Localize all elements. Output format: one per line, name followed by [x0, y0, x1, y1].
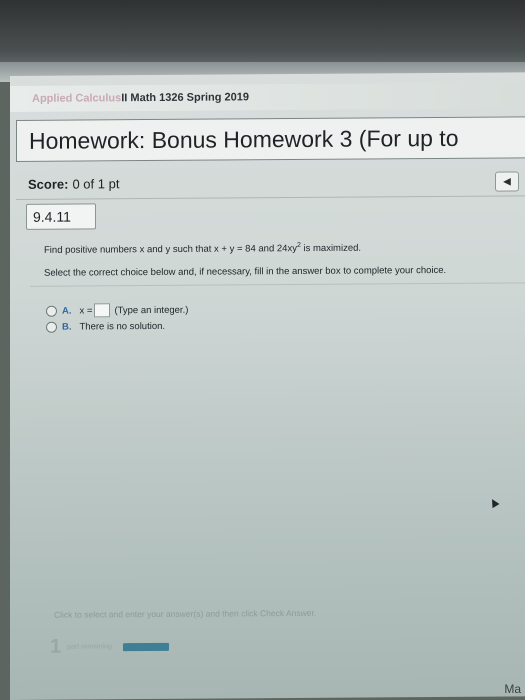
score-row: Score: 0 of 1 pt ◀: [16, 166, 525, 200]
choice-a[interactable]: A. x = (Type an integer.): [46, 303, 188, 318]
choice-b-text: There is no solution.: [79, 320, 166, 333]
course-title-faded: Applied Calculus: [32, 92, 122, 105]
choice-a-prefix: x =: [79, 304, 93, 317]
parts-remaining: 1 part remaining: [50, 635, 170, 659]
progress-bar: [123, 642, 170, 651]
choice-b[interactable]: B. There is no solution.: [46, 321, 165, 333]
parts-label: part remaining: [67, 643, 112, 651]
course-title: II Math 1326 Spring 2019: [121, 91, 250, 105]
corner-text: Ma: [504, 682, 521, 696]
question-text-main: Find positive numbers x and y such that …: [44, 243, 297, 256]
parts-count: 1: [50, 635, 62, 658]
help-text: Click to select and enter your answer(s)…: [54, 607, 317, 620]
question-instruction: Select the correct choice below and, if …: [44, 264, 447, 279]
choice-a-radio[interactable]: [46, 305, 57, 317]
answer-input[interactable]: [94, 303, 111, 318]
homework-title: Homework: Bonus Homework 3 (For up to: [16, 116, 525, 162]
choice-b-letter: B.: [62, 321, 72, 333]
choice-a-letter: A.: [62, 305, 72, 317]
choice-a-hint: (Type an integer.): [114, 304, 189, 316]
divider: [30, 282, 525, 287]
question-number: 9.4.11: [26, 203, 96, 230]
choice-b-radio[interactable]: [46, 321, 57, 333]
question-text: Find positive numbers x and y such that …: [44, 241, 504, 256]
chevron-left-icon: ◀: [503, 176, 511, 188]
previous-question-button[interactable]: ◀: [495, 171, 519, 192]
mouse-cursor-icon: [488, 497, 500, 509]
course-title-bar: Applied Calculus II Math 1326 Spring 201…: [10, 82, 525, 112]
score-label: Score:: [28, 176, 69, 192]
score-value: 0 of 1 pt: [72, 176, 120, 192]
question-text-end: is maximized.: [300, 242, 362, 255]
screen: Applied Calculus II Math 1326 Spring 201…: [10, 72, 525, 700]
